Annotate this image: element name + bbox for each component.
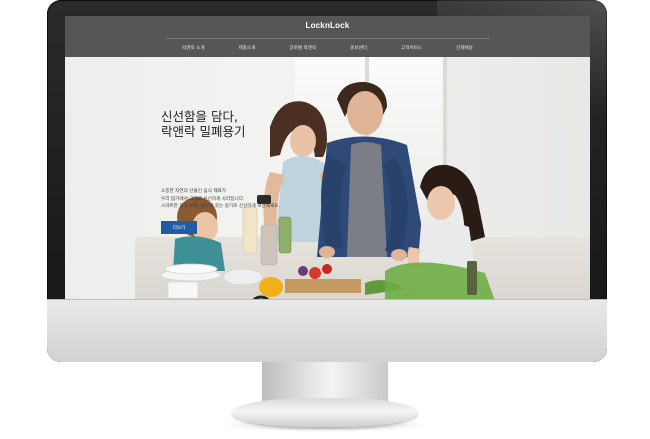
screen: LocknLock 락앤락 소개 제품소개 글로벌 락앤락 홍보센터 고객서비스… xyxy=(65,16,590,301)
monitor-stand-base xyxy=(232,398,418,427)
site-header: LocknLock 락앤락 소개 제품소개 글로벌 락앤락 홍보센터 고객서비스… xyxy=(65,16,590,57)
main-nav: 락앤락 소개 제품소개 글로벌 락앤락 홍보센터 고객서비스 인재채용 xyxy=(165,42,490,54)
father-figure xyxy=(317,81,427,261)
hero-description: 소중한 자연의 선물인 음식 재료가 우리 땀가에서 그대로 신선하게 사라집니… xyxy=(161,188,280,211)
monitor: LocknLock 락앤락 소개 제품소개 글로벌 락앤락 홍보센터 고객서비스… xyxy=(47,0,607,362)
more-button[interactable]: 더보기 xyxy=(161,221,197,234)
headline-line: 락앤락 밀폐용기 xyxy=(161,124,246,139)
monitor-stand-neck xyxy=(262,362,388,402)
description-line: 우리 땀가에서 그대로 신선하게 사라집니다. xyxy=(161,196,245,202)
nav-item-pr-center[interactable]: 홍보센터 xyxy=(350,45,367,51)
nav-item-careers[interactable]: 인재채용 xyxy=(456,45,473,51)
nav-item-products[interactable]: 제품소개 xyxy=(239,45,256,51)
headline-line: 신선함을 담다, xyxy=(161,109,238,124)
nav-divider xyxy=(165,38,490,39)
description-line: 스마트한 음식 보관, 원두의 갖는 용기로 신선하게 보관해세요. xyxy=(161,204,280,210)
nav-item-global[interactable]: 글로벌 락앤락 xyxy=(289,45,316,51)
hero-banner: 신선함을 담다, 락앤락 밀폐용기 소중한 자연의 선물인 음식 재료가 우리 … xyxy=(65,57,590,301)
hero-headline: 신선함을 담다, 락앤락 밀폐용기 xyxy=(161,109,245,139)
description-line: 소중한 자연의 선물인 음식 재료가 xyxy=(161,189,227,194)
site-logo[interactable]: LocknLock xyxy=(65,21,590,30)
nav-item-about[interactable]: 락앤락 소개 xyxy=(182,45,205,51)
monitor-chin xyxy=(47,299,607,362)
family-cooking-photo xyxy=(160,81,495,301)
nav-item-customer-service[interactable]: 고객서비스 xyxy=(401,45,422,51)
